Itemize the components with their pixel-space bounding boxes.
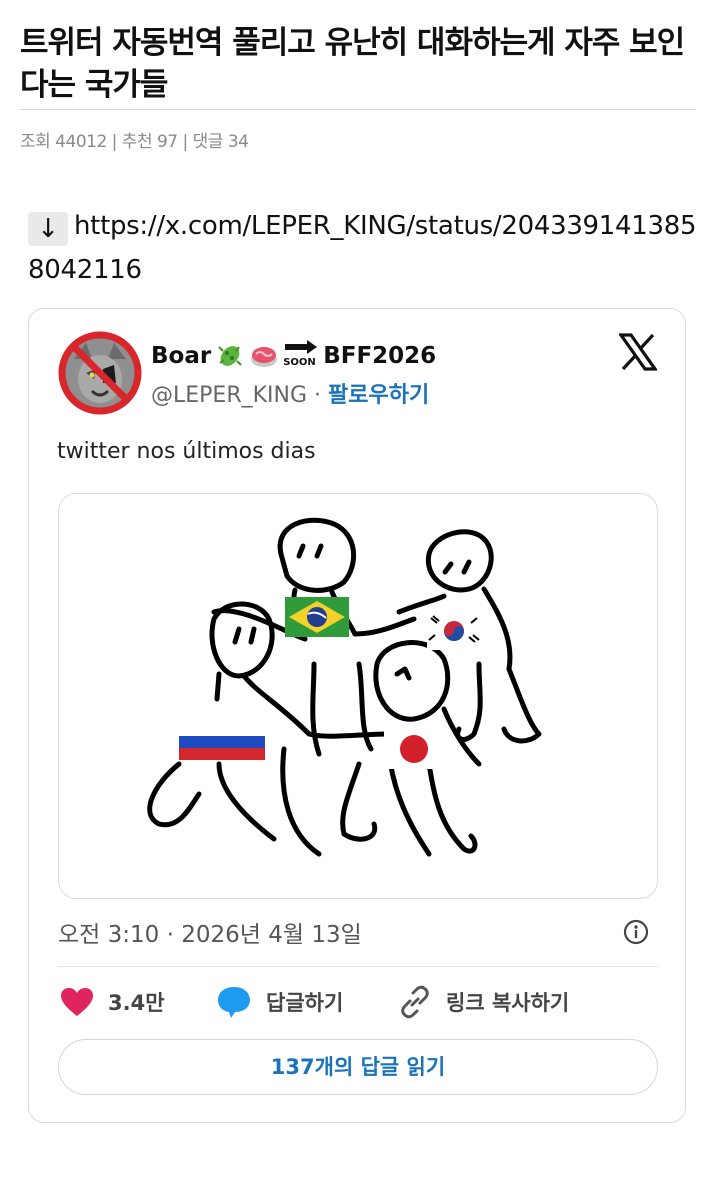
- down-arrow-icon: ↓: [28, 212, 68, 246]
- like-button[interactable]: 3.4만: [60, 981, 165, 1023]
- author-name-suffix: BFF2026: [323, 343, 437, 369]
- tweet-media[interactable]: [58, 493, 658, 899]
- post-title: 트위터 자동번역 풀리고 유난히 대화하는게 자주 보인다는 국가들: [20, 25, 685, 103]
- title-divider: [20, 109, 696, 110]
- source-url[interactable]: https://x.com/LEPER_KING/status/20433914…: [28, 211, 697, 285]
- soon-label: SOON: [283, 357, 316, 368]
- tweet-media-image: [147, 517, 542, 857]
- reply-button[interactable]: 답글하기: [216, 981, 343, 1023]
- tweet-timestamp[interactable]: 오전 3:10 · 2026년 4월 13일: [58, 915, 362, 949]
- link-icon: [401, 985, 429, 1019]
- like-count: 3.4만: [108, 991, 165, 1015]
- reply-label: 답글하기: [266, 991, 344, 1015]
- post-meta: 조회 44012 | 추천 97 | 댓글 34: [20, 132, 249, 152]
- copy-link-label: 링크 복사하기: [446, 991, 570, 1015]
- follow-button[interactable]: 팔로우하기: [328, 383, 429, 408]
- soon-arrow-icon: SOON: [283, 339, 319, 373]
- author-handle[interactable]: @LEPER_KING: [151, 383, 307, 408]
- copy-link-button[interactable]: 링크 복사하기: [398, 981, 569, 1023]
- author-handle-line: @LEPER_KING · 팔로우하기: [151, 377, 429, 409]
- meat-icon: [251, 347, 278, 367]
- heart-icon: [61, 988, 93, 1016]
- handle-separator: ·: [307, 383, 329, 408]
- embedded-tweet: Boar SOON BFF2026 @LEPER_KING · 팔로우하기 tw…: [28, 308, 686, 1123]
- x-logo-icon[interactable]: [619, 333, 657, 371]
- source-link-line: ↓ https://x.com/LEPER_KING/status/2043391…: [28, 204, 698, 292]
- author-name[interactable]: Boar SOON BFF2026: [151, 339, 436, 373]
- tweet-text: twitter nos últimos dias: [57, 439, 316, 464]
- avatar[interactable]: [56, 329, 144, 417]
- author-name-text: Boar: [151, 343, 212, 369]
- action-divider: [58, 966, 658, 967]
- reply-bubble-icon: [218, 987, 250, 1018]
- read-replies-button[interactable]: 137개의 답글 읽기: [58, 1039, 658, 1095]
- microbe-icon: [218, 346, 242, 366]
- info-icon[interactable]: [623, 919, 649, 945]
- tweet-actions: 3.4만 답글하기 링크 복사하기: [58, 981, 658, 1023]
